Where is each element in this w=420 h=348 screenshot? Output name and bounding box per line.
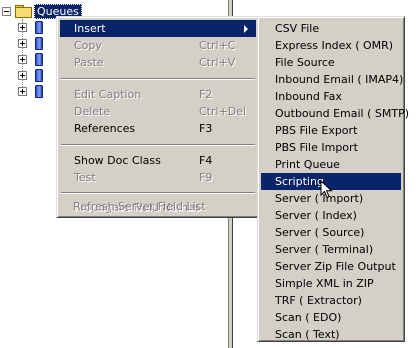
- menu-item-label: Edit Caption: [74, 88, 142, 101]
- submenu-item-pbs-file-export[interactable]: PBS File Export: [261, 122, 401, 139]
- collapse-icon[interactable]: [2, 6, 11, 16]
- menu-item-shortcut: F9: [199, 171, 213, 184]
- submenu-item-file-source[interactable]: File Source: [261, 54, 401, 71]
- menu-item-copy[interactable]: Copy Ctrl+C: [60, 37, 256, 54]
- mouse-cursor-icon: [320, 180, 333, 199]
- menu-item-shortcut: Ctrl+V: [199, 56, 236, 69]
- submenu-item-label: PBS File Import: [275, 141, 358, 154]
- submenu-item-inbound-email[interactable]: Inbound Email ( IMAP4): [261, 71, 404, 88]
- submenu-item-express-index[interactable]: Express Index ( OMR): [261, 37, 401, 54]
- queue-icon: [35, 20, 43, 34]
- submenu-item-scan-edo[interactable]: Scan ( EDO): [261, 309, 401, 326]
- menu-item-label: Paste: [74, 56, 104, 69]
- submenu-item-pbs-file-import[interactable]: PBS File Import: [261, 139, 401, 156]
- menu-item-shortcut: Ctrl+C: [199, 39, 236, 52]
- menu-item-shortcut: Ctrl+Del: [199, 105, 247, 118]
- menu-item-shortcut: F2: [199, 88, 213, 101]
- submenu-item-csv-file[interactable]: CSV File: [261, 20, 401, 37]
- menu-separator: [61, 144, 255, 146]
- submenu-item-server-terminal[interactable]: Server ( Terminal): [261, 241, 401, 258]
- expand-icon[interactable]: [18, 54, 27, 64]
- submenu-item-label: Scan ( EDO): [275, 311, 342, 324]
- submenu-item-server-source[interactable]: Server ( Source): [261, 224, 401, 241]
- expand-icon[interactable]: [18, 22, 27, 32]
- submenu-item-label: Scripting: [275, 175, 324, 188]
- folder-open-icon: [15, 5, 32, 18]
- expand-icon[interactable]: [18, 86, 27, 96]
- submenu-item-label: Scan ( Text): [275, 328, 340, 341]
- menu-item-edit-caption[interactable]: Edit Caption F2: [60, 86, 256, 103]
- menu-item-shortcut: F3: [199, 122, 213, 135]
- submenu-item-server-zip-file-output[interactable]: Server Zip File Output: [261, 258, 401, 275]
- submenu-item-label: Server Zip File Output: [275, 260, 396, 273]
- submenu-item-label: Inbound Fax: [275, 90, 342, 103]
- tree-child-node[interactable]: [18, 67, 43, 83]
- submenu-item-label: Inbound Email ( IMAP4): [275, 73, 404, 86]
- submenu-item-label: Express Index ( OMR): [275, 39, 394, 52]
- submenu-item-server-index[interactable]: Server ( Index): [261, 207, 401, 224]
- menu-separator: [61, 78, 255, 80]
- submenu-item-inbound-fax[interactable]: Inbound Fax: [261, 88, 401, 105]
- menu-item-label: Test: [74, 171, 96, 184]
- submenu-item-label: Outbound Email ( SMTP): [275, 107, 409, 120]
- menu-item-propagate-field-names[interactable]: Propagate Field Names: [60, 199, 256, 216]
- tree-child-node[interactable]: [18, 35, 43, 51]
- menu-item-test[interactable]: Test F9: [60, 169, 256, 186]
- submenu-arrow-icon: [244, 25, 248, 33]
- expand-icon[interactable]: [18, 38, 27, 48]
- submenu-item-label: File Source: [275, 56, 335, 69]
- queue-icon: [35, 36, 43, 50]
- menu-item-label: References: [74, 122, 136, 135]
- menu-item-label: Copy: [74, 39, 102, 52]
- submenu-item-scan-text[interactable]: Scan ( Text): [261, 326, 401, 343]
- menu-item-label: Insert: [74, 22, 106, 35]
- submenu-item-label: Print Queue: [275, 158, 340, 171]
- queue-icon: [35, 84, 43, 98]
- submenu-item-label: Simple XML in ZIP: [275, 277, 374, 290]
- submenu-item-trf-extractor[interactable]: TRF ( Extractor): [261, 292, 401, 309]
- submenu-item-label: Server ( Source): [275, 226, 365, 239]
- menu-item-references[interactable]: References F3: [60, 120, 256, 137]
- menu-item-paste[interactable]: Paste Ctrl+V: [60, 54, 256, 71]
- menu-item-label: Show Doc Class: [74, 154, 161, 167]
- queue-icon: [35, 68, 43, 82]
- submenu-item-outbound-email[interactable]: Outbound Email ( SMTP): [261, 105, 409, 122]
- menu-item-label: Delete: [74, 105, 111, 118]
- context-menu: Insert Copy Ctrl+C Paste Ctrl+V Edit Cap…: [56, 16, 260, 218]
- menu-item-shortcut: F4: [199, 154, 213, 167]
- submenu-item-label: Server ( Index): [275, 209, 357, 222]
- menu-item-delete[interactable]: Delete Ctrl+Del: [60, 103, 256, 120]
- menu-item-show-doc-class[interactable]: Show Doc Class F4: [60, 152, 256, 169]
- submenu-item-print-queue[interactable]: Print Queue: [261, 156, 401, 173]
- menu-separator: [61, 192, 255, 194]
- tree-child-node[interactable]: [18, 83, 43, 99]
- menu-item-label: Propagate Field Names: [74, 201, 201, 214]
- tree-child-node[interactable]: [18, 19, 43, 35]
- submenu-item-label: PBS File Export: [275, 124, 358, 137]
- tree-child-node[interactable]: [18, 51, 43, 67]
- expand-icon[interactable]: [18, 70, 27, 80]
- submenu-item-label: Server ( Terminal): [275, 243, 374, 256]
- queue-icon: [35, 52, 43, 66]
- submenu-item-label: TRF ( Extractor): [275, 294, 362, 307]
- menu-item-insert[interactable]: Insert: [60, 20, 256, 37]
- insert-submenu: CSV File Express Index ( OMR) File Sourc…: [257, 16, 409, 343]
- submenu-item-simple-xml-in-zip[interactable]: Simple XML in ZIP: [261, 275, 401, 292]
- submenu-item-label: CSV File: [275, 22, 320, 35]
